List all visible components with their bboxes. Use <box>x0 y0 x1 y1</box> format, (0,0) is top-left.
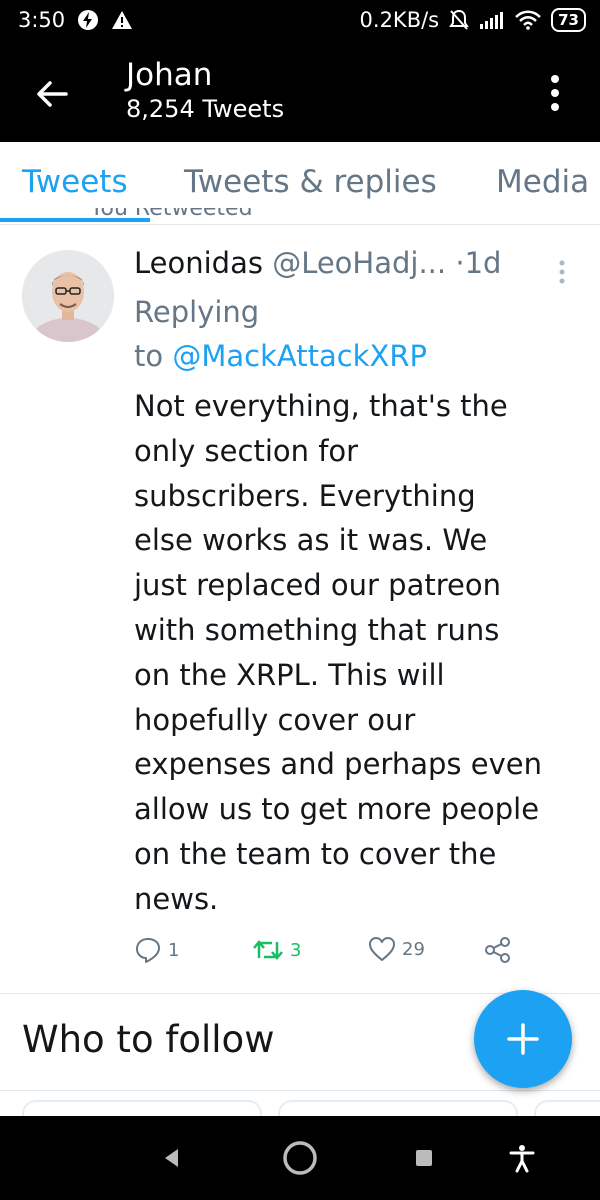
mention-link[interactable]: @MackAttackXRP <box>172 339 427 373</box>
tab-tweets-replies[interactable]: Tweets & replies <box>184 164 437 200</box>
retweet-banner: You Retweeted <box>90 208 253 232</box>
arrow-left-icon <box>37 81 68 107</box>
mute-bell-icon <box>449 9 469 31</box>
retweet-banner-text: You Retweeted <box>90 208 253 221</box>
profile-name: Johan <box>126 57 213 93</box>
status-bar: 3:50 0.2KB/s 73 <box>0 0 600 46</box>
signal-icon <box>479 10 505 30</box>
wifi-icon <box>515 10 542 30</box>
nav-back-button[interactable] <box>148 1134 196 1182</box>
battery-indicator: 73 <box>551 8 586 32</box>
battery-saver-icon <box>77 9 99 31</box>
clock: 3:50 <box>18 8 66 32</box>
avatar[interactable] <box>22 250 114 342</box>
tweet-time: 1d <box>464 246 502 280</box>
overflow-menu-button[interactable] <box>540 68 570 118</box>
author-name[interactable]: Leonidas <box>134 246 263 280</box>
author-handle[interactable]: @LeoHadj... <box>272 246 446 280</box>
heart-icon <box>369 937 395 961</box>
who-to-follow-heading: Who to follow <box>22 1018 275 1061</box>
tweet-header: Leonidas @LeoHadj... ·1d <box>134 246 501 280</box>
replying-to: Replying to @MackAttackXRP <box>134 290 427 378</box>
replying-label: Replying <box>134 295 260 329</box>
back-button[interactable] <box>30 72 74 116</box>
like-count: 29 <box>402 938 425 960</box>
circle-home-icon <box>283 1141 317 1175</box>
vertical-dots-icon <box>559 260 565 284</box>
nav-home-button[interactable] <box>276 1134 324 1182</box>
accessibility-icon <box>509 1145 535 1173</box>
time-separator: · <box>455 246 465 280</box>
plus-icon <box>507 1023 539 1055</box>
reply-icon <box>136 938 160 963</box>
retweet-icon <box>253 940 283 960</box>
follow-card[interactable] <box>278 1100 518 1116</box>
follow-card[interactable] <box>22 1100 262 1116</box>
avatar-image <box>22 250 114 342</box>
reply-count: 1 <box>168 939 180 961</box>
share-button[interactable] <box>484 936 512 964</box>
retweet-count: 3 <box>290 939 302 961</box>
who-to-follow-cards <box>0 1100 600 1116</box>
like-button[interactable]: 29 <box>368 936 425 962</box>
tweet-count: 8,254 Tweets <box>126 95 285 123</box>
tweet-options-button[interactable] <box>554 258 570 286</box>
nav-recents-button[interactable] <box>400 1134 448 1182</box>
who-to-follow-divider <box>0 1090 600 1091</box>
accessibility-button[interactable] <box>498 1134 546 1182</box>
square-recents-icon <box>416 1150 432 1166</box>
triangle-back-icon <box>165 1149 178 1167</box>
reply-button[interactable]: 1 <box>134 936 179 964</box>
tweet-text: Not everything, that's the only section … <box>134 389 542 916</box>
retweet-button[interactable]: 3 <box>252 936 301 964</box>
profile-header: Johan 8,254 Tweets <box>0 46 600 142</box>
replying-to-word: to <box>134 339 164 373</box>
warning-icon <box>111 10 133 30</box>
follow-card[interactable] <box>534 1100 600 1116</box>
vertical-dots-icon <box>551 75 559 111</box>
system-nav-bar <box>0 1116 600 1200</box>
tab-media[interactable]: Media <box>496 164 589 200</box>
tweet-actions: 1 3 29 <box>134 936 594 976</box>
share-icon <box>485 937 510 963</box>
network-speed: 0.2KB/s <box>359 8 440 32</box>
tab-tweets[interactable]: Tweets <box>22 164 128 200</box>
compose-tweet-button[interactable] <box>474 990 572 1088</box>
